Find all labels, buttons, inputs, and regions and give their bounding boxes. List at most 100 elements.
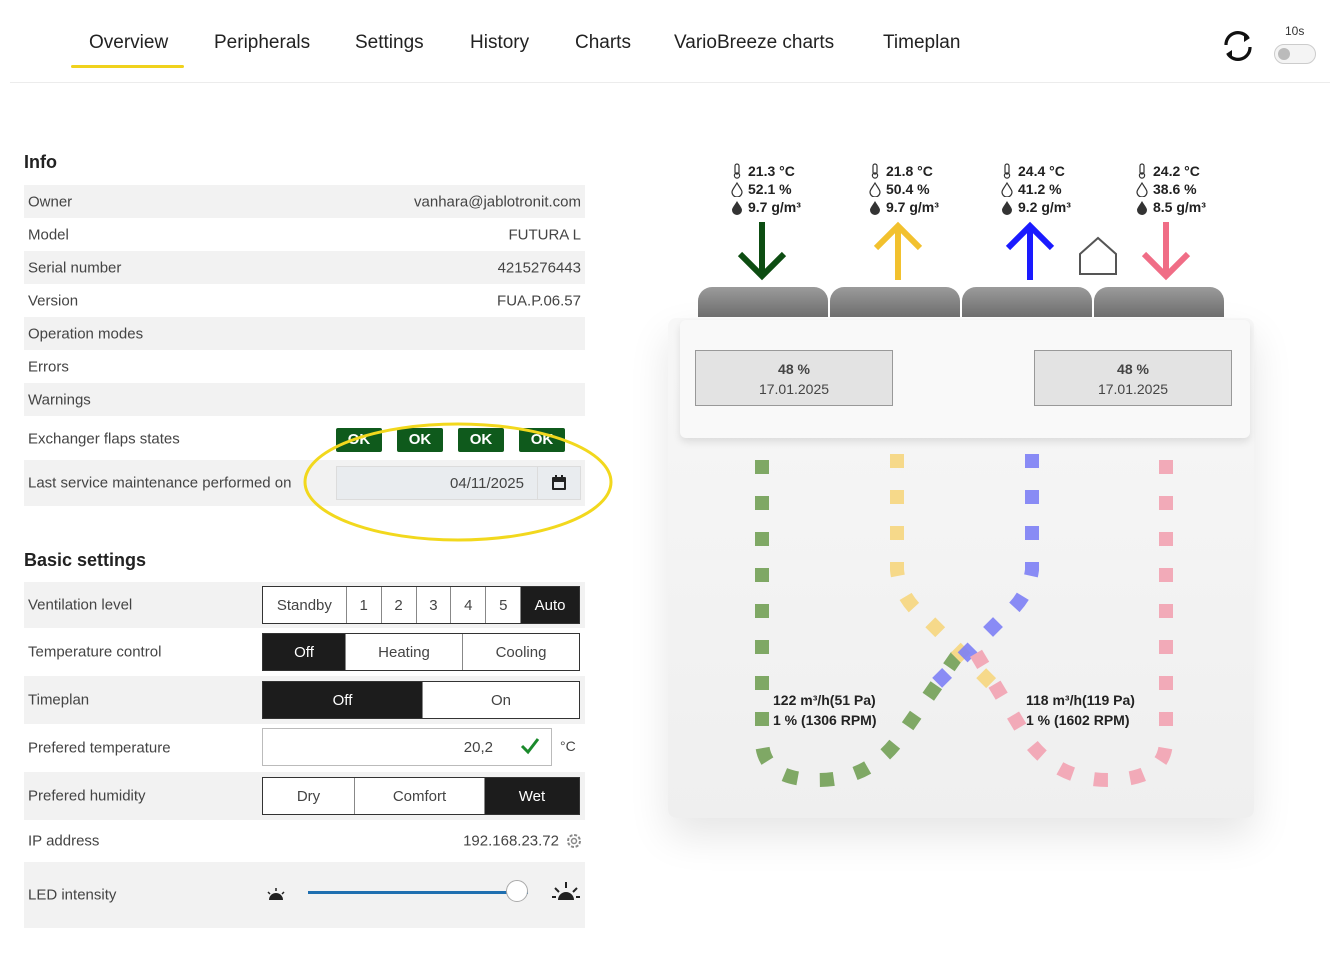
tab-history[interactable]: History xyxy=(470,32,529,54)
humidity-drop-icon xyxy=(731,181,743,197)
top-navigation: Overview Peripherals Settings History Ch… xyxy=(10,14,1330,83)
tab-timeplan[interactable]: Timeplan xyxy=(883,32,960,54)
sensor-temperature: 21.3 °C xyxy=(748,163,795,179)
tab-settings[interactable]: Settings xyxy=(355,32,424,54)
ventilation-option-4[interactable]: 4 xyxy=(451,587,487,623)
thermometer-icon xyxy=(1003,163,1011,179)
version-label: Version xyxy=(28,292,79,309)
humidity-drop-icon xyxy=(1001,181,1013,197)
sensor-readout-outdoor: 21.3 °C 52.1 % 9.7 g/m³ xyxy=(730,162,801,216)
flow-readout-extract: 118 m³/h(119 Pa) 1 % (1602 RPM) xyxy=(1026,690,1135,730)
ventilation-option-1[interactable]: 1 xyxy=(347,587,382,623)
info-row-operation-modes: Operation modes xyxy=(24,317,585,350)
setting-row-led-intensity: LED intensity xyxy=(24,862,585,928)
ventilation-option-auto[interactable]: Auto xyxy=(521,587,579,623)
flow-rate: 122 m³/h(51 Pa) xyxy=(773,692,876,708)
sensor-absolute-humidity: 9.7 g/m³ xyxy=(886,199,939,215)
temperature-option-cooling[interactable]: Cooling xyxy=(463,634,579,670)
info-row-model: Model FUTURA L xyxy=(24,218,585,251)
setting-row-preferred-humidity: Prefered humidity Dry Comfort Wet xyxy=(24,772,585,820)
sensor-humidity: 41.2 % xyxy=(1018,181,1062,197)
preferred-humidity-selector: Dry Comfort Wet xyxy=(262,777,580,815)
temperature-option-heating[interactable]: Heating xyxy=(346,634,463,670)
humidity-drop-icon xyxy=(869,181,881,197)
filter-percent: 48 % xyxy=(1117,361,1149,377)
airflow-arrows xyxy=(737,221,1191,281)
sensor-humidity: 52.1 % xyxy=(748,181,792,197)
temperature-option-off[interactable]: Off xyxy=(263,634,346,670)
highlight-ellipse xyxy=(303,422,613,542)
ventilation-option-5[interactable]: 5 xyxy=(486,587,522,623)
ventilation-option-2[interactable]: 2 xyxy=(382,587,417,623)
humidity-option-dry[interactable]: Dry xyxy=(263,778,355,814)
ventilation-option-standby[interactable]: Standby xyxy=(263,587,347,623)
warnings-label: Warnings xyxy=(28,391,91,408)
operation-modes-label: Operation modes xyxy=(28,325,144,342)
arrow-up-icon xyxy=(873,221,923,280)
ventilation-level-label: Ventilation level xyxy=(28,596,133,614)
absolute-humidity-icon xyxy=(732,201,742,215)
filter-date: 17.01.2025 xyxy=(1097,381,1169,397)
led-slider-track[interactable] xyxy=(308,891,528,894)
thermometer-icon xyxy=(871,163,879,179)
auto-refresh-toggle[interactable] xyxy=(1274,44,1316,64)
model-label: Model xyxy=(28,226,69,243)
flow-readout-supply: 122 m³/h(51 Pa) 1 % (1306 RPM) xyxy=(773,690,876,730)
ip-address-label: IP address xyxy=(28,832,100,850)
arrow-down-icon xyxy=(737,222,787,281)
fan-speed: 1 % (1306 RPM) xyxy=(773,712,877,728)
info-title: Info xyxy=(24,152,57,172)
led-intensity-label: LED intensity xyxy=(28,886,117,904)
duct-connector xyxy=(698,287,828,317)
preferred-temperature-input[interactable]: 20,2 xyxy=(262,728,552,766)
sensor-humidity: 50.4 % xyxy=(886,181,930,197)
setting-row-timeplan: Timeplan Off On xyxy=(24,676,585,724)
ventilation-level-selector: Standby 1 2 3 4 5 Auto xyxy=(262,586,580,624)
filter-status-right: 48 % 17.01.2025 xyxy=(1034,350,1232,406)
basic-settings-title: Basic settings xyxy=(24,550,147,570)
refresh-interval-label: 10s xyxy=(1285,24,1305,38)
sensor-absolute-humidity: 9.7 g/m³ xyxy=(748,199,801,215)
timeplan-option-off[interactable]: Off xyxy=(263,682,423,718)
sensor-readout-supply: 21.8 °C 50.4 % 9.7 g/m³ xyxy=(868,162,939,216)
tab-variobreeze-charts[interactable]: VarioBreeze charts xyxy=(674,32,834,54)
timeplan-option-on[interactable]: On xyxy=(423,682,579,718)
filter-status-left: 48 % 17.01.2025 xyxy=(695,350,893,406)
sensor-temperature: 21.8 °C xyxy=(886,163,933,179)
check-icon xyxy=(520,738,540,755)
ventilation-option-3[interactable]: 3 xyxy=(417,587,452,623)
thermometer-icon xyxy=(1138,163,1146,179)
info-row-owner: Owner vanhara@jablotronit.com xyxy=(24,185,585,218)
sun-dim-icon xyxy=(267,888,285,900)
sensor-temperature: 24.2 °C xyxy=(1153,163,1200,179)
preferred-temperature-label: Prefered temperature xyxy=(28,739,171,757)
setting-row-preferred-temperature: Prefered temperature 20,2 °C xyxy=(24,724,585,772)
preferred-temperature-value: 20,2 xyxy=(463,739,493,756)
exchanger-flaps-label: Exchanger flaps states xyxy=(28,430,180,448)
info-row-version: Version FUA.P.06.57 xyxy=(24,284,585,317)
errors-label: Errors xyxy=(28,358,69,375)
owner-value: vanhara@jablotronit.com xyxy=(414,193,581,210)
info-row-errors: Errors xyxy=(24,350,585,383)
humidity-option-comfort[interactable]: Comfort xyxy=(355,778,485,814)
refresh-icon[interactable] xyxy=(1218,26,1258,66)
tab-peripherals[interactable]: Peripherals xyxy=(214,32,310,54)
house-icon xyxy=(1079,236,1117,275)
tab-charts[interactable]: Charts xyxy=(575,32,631,54)
tab-overview[interactable]: Overview xyxy=(70,32,185,68)
filter-percent: 48 % xyxy=(778,361,810,377)
led-slider-handle[interactable] xyxy=(506,880,528,902)
sensor-readout-extract: 24.4 °C 41.2 % 9.2 g/m³ xyxy=(1000,162,1071,216)
humidity-drop-icon xyxy=(1136,181,1148,197)
preferred-humidity-label: Prefered humidity xyxy=(28,787,146,805)
serial-label: Serial number xyxy=(28,259,122,276)
duct-connector xyxy=(962,287,1092,317)
absolute-humidity-icon xyxy=(1002,201,1012,215)
toggle-knob xyxy=(1278,48,1290,60)
model-value: FUTURA L xyxy=(508,226,581,243)
temperature-control-selector: Off Heating Cooling xyxy=(262,633,580,671)
arrow-down-icon xyxy=(1141,222,1191,281)
sensor-absolute-humidity: 8.5 g/m³ xyxy=(1153,199,1206,215)
gear-icon[interactable] xyxy=(565,832,583,850)
humidity-option-wet[interactable]: Wet xyxy=(485,778,579,814)
